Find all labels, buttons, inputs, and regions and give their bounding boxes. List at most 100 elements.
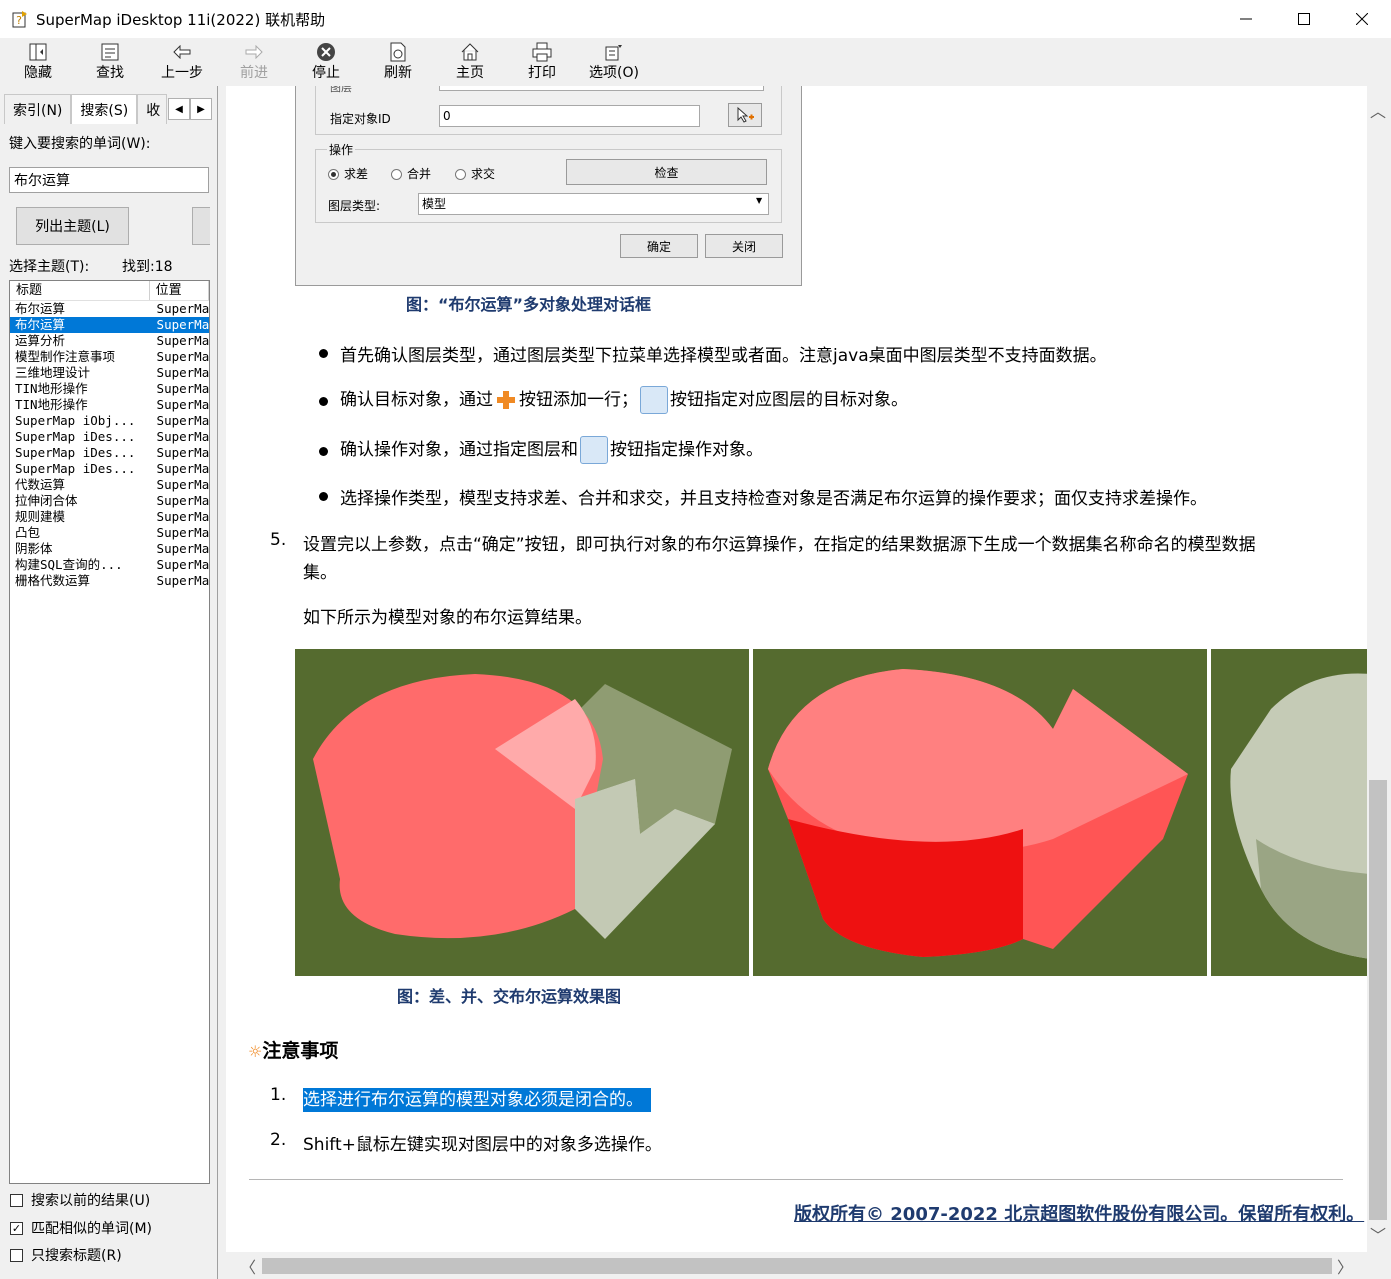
stop-button[interactable]: 停止 — [290, 38, 362, 86]
result-title: 运算分析 — [15, 333, 66, 348]
maximize-button[interactable] — [1275, 0, 1333, 38]
list-item[interactable]: 布尔运算 SuperMa — [10, 301, 209, 317]
list-item[interactable]: 凸包 SuperMa — [10, 525, 209, 541]
checkbox-box — [10, 1248, 23, 1262]
print-button[interactable]: 打印 — [506, 38, 578, 86]
tab-scroll-right-button[interactable]: ▶ — [190, 98, 212, 120]
tab-favorites[interactable]: 收 — [137, 94, 168, 124]
list-item[interactable]: TIN地形操作 SuperMa — [10, 397, 209, 413]
minimize-button[interactable] — [1217, 0, 1275, 38]
bullet-operate-object: 确认操作对象，通过指定图层和 按钮指定操作对象。 — [340, 435, 763, 464]
minimize-icon — [1240, 18, 1252, 20]
list-item[interactable]: SuperMap iObj... SuperMa — [10, 413, 209, 429]
scroll-left-icon[interactable]: 〈 — [240, 1254, 256, 1278]
forward-button[interactable]: 前进 — [218, 38, 290, 86]
print-icon — [532, 42, 552, 62]
result-location: SuperMa — [156, 445, 209, 460]
ok-button: 确定 — [620, 234, 698, 258]
layer-type-select: 模型 — [418, 193, 769, 215]
list-item[interactable]: 三维地理设计 SuperMa — [10, 365, 209, 381]
tab-index[interactable]: 索引(N) — [4, 94, 72, 124]
close-window-button[interactable] — [1333, 0, 1391, 38]
search-results-list[interactable]: 标题 位置 布尔运算 SuperMa 布尔运算 SuperMa 运算分析 SuperMa 模… — [9, 280, 210, 1184]
result-location: SuperMa — [156, 541, 209, 556]
back-label: 上一步 — [161, 65, 203, 81]
list-item[interactable]: 栅格代数运算 SuperMa — [10, 573, 209, 589]
result-intro-text: 如下所示为模型对象的布尔运算结果。 — [303, 608, 592, 628]
toolbar: 隐藏 查找 上一步 前进 停止 刷新 主页 打印 选项(O) — [0, 38, 1391, 86]
locate-label: 查找 — [96, 65, 124, 81]
hide-button[interactable]: 隐藏 — [2, 38, 74, 86]
note-closed-model-text: 选择进行布尔运算的模型对象必须是闭合的。 — [303, 1088, 651, 1112]
list-topics-button[interactable]: 列出主题(L) — [16, 207, 129, 245]
copyright-link[interactable]: 版权所有© 2007-2022 北京超图软件股份有限公司。保留所有权利。 — [794, 1200, 1364, 1226]
result-title: 构建SQL查询的... — [15, 557, 123, 572]
list-item[interactable]: SuperMap iDes... SuperMa — [10, 429, 209, 445]
back-arrow-icon — [173, 45, 191, 59]
result-title: SuperMap iObj... — [15, 413, 136, 428]
search-previous-checkbox[interactable]: 搜索以前的结果(U) — [10, 1190, 150, 1210]
layer-label-partial: 图层 — [330, 86, 352, 94]
column-header-location[interactable]: 位置 — [150, 281, 209, 300]
list-item[interactable]: 布尔运算 SuperMa — [10, 317, 209, 333]
list-item[interactable]: 代数运算 SuperMa — [10, 477, 209, 493]
refresh-button[interactable]: 刷新 — [362, 38, 434, 86]
tab-scroll-left-button[interactable]: ◀ — [168, 98, 190, 120]
list-item[interactable]: 规则建模 SuperMa — [10, 509, 209, 525]
bullet-operate-text-a: 确认操作对象，通过指定图层和 — [340, 440, 578, 460]
options-label: 选项(O) — [589, 65, 639, 81]
step5-text-line2: 集。 — [303, 563, 337, 583]
list-item[interactable]: 阴影体 SuperMa — [10, 541, 209, 557]
step5-text-line1: 设置完以上参数，点击“确定”按钮，即可执行对象的布尔运算操作，在指定的结果数据源… — [303, 535, 1256, 555]
radio-dot-icon — [391, 169, 402, 180]
scroll-right-icon[interactable]: 〉 — [1337, 1254, 1353, 1278]
vertical-scroll-thumb[interactable] — [1369, 780, 1387, 1220]
list-item[interactable]: SuperMap iDes... SuperMa — [10, 461, 209, 477]
close-icon — [1356, 13, 1368, 25]
list-item[interactable]: 运算分析 SuperMa — [10, 333, 209, 349]
tab-search[interactable]: 搜索(S) — [71, 94, 138, 124]
maximize-icon — [1298, 13, 1310, 25]
union-result-image — [753, 649, 1207, 976]
bullet-dot — [319, 447, 328, 456]
pointer-add-icon — [737, 106, 754, 123]
boolean-dialog-screenshot: 图层 指定对象ID 0 操作 求差 合并 求交 检查 图层类型: 模型 ▼ 确定… — [295, 86, 802, 286]
match-similar-checkbox[interactable]: ✓ 匹配相似的单词(M) — [10, 1218, 152, 1238]
horizontal-scroll-thumb[interactable] — [262, 1258, 1332, 1274]
result-location: SuperMa — [156, 525, 209, 540]
home-button[interactable]: 主页 — [434, 38, 506, 86]
object-id-label: 指定对象ID — [330, 112, 391, 126]
note-number: 2. — [270, 1130, 287, 1150]
list-item[interactable]: SuperMap iDes... SuperMa — [10, 445, 209, 461]
match-similar-label: 匹配相似的单词(M) — [31, 1221, 153, 1237]
result-title: SuperMap iDes... — [15, 461, 136, 476]
display-button-partial[interactable] — [192, 207, 210, 245]
result-location: SuperMa — [156, 349, 209, 364]
list-item[interactable]: 模型制作注意事项 SuperMa — [10, 349, 209, 365]
footer-divider — [249, 1179, 1343, 1180]
radio-intersect: 求交 — [455, 165, 495, 182]
result-location: SuperMa — [156, 397, 209, 412]
options-button[interactable]: 选项(O) — [578, 38, 650, 86]
hide-icon — [29, 43, 47, 61]
object-id-field: 0 — [439, 105, 700, 127]
list-item[interactable]: TIN地形操作 SuperMa — [10, 381, 209, 397]
hide-label: 隐藏 — [24, 65, 52, 81]
column-header-title[interactable]: 标题 — [10, 281, 150, 300]
list-item[interactable]: 拉伸闭合体 SuperMa — [10, 493, 209, 509]
search-previous-label: 搜索以前的结果(U) — [31, 1193, 151, 1209]
result-title: TIN地形操作 — [15, 397, 88, 412]
scroll-up-icon[interactable]: ︿ — [1370, 98, 1386, 122]
locate-button[interactable]: 查找 — [74, 38, 146, 86]
result-location: SuperMa — [156, 333, 209, 348]
result-title: 凸包 — [15, 525, 41, 540]
back-button[interactable]: 上一步 — [146, 38, 218, 86]
list-item[interactable]: 构建SQL查询的... SuperMa — [10, 557, 209, 573]
layer-type-label: 图层类型: — [328, 199, 381, 213]
search-input[interactable] — [9, 167, 209, 193]
bullet-dot — [319, 397, 328, 406]
step-number: 5. — [270, 530, 287, 550]
scroll-down-icon[interactable]: ﹀ — [1370, 1222, 1386, 1246]
titles-only-checkbox[interactable]: 只搜索标题(R) — [10, 1245, 122, 1265]
bullet-dot — [319, 492, 328, 501]
